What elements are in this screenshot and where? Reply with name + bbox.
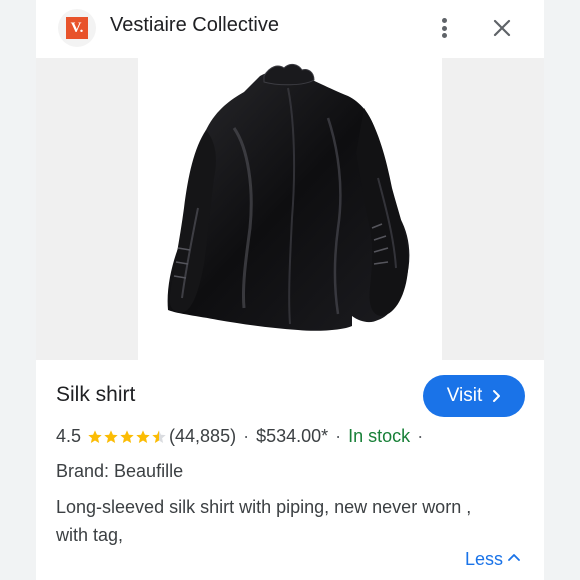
rating-value: 4.5	[56, 426, 82, 446]
product-meta: 4.5 (44,885) · $534.00* · In stock ·	[56, 426, 430, 447]
product-image-band	[36, 58, 544, 360]
result-card: V. Vestiaire Collective Silk shirt Visit…	[36, 0, 544, 580]
review-count[interactable]: (44,885)	[169, 426, 236, 447]
price: $534.00*	[256, 426, 329, 446]
product-description: Long-sleeved silk shirt with piping, new…	[56, 497, 472, 545]
product-image[interactable]	[138, 58, 442, 360]
visit-button[interactable]: Visit	[423, 375, 525, 417]
less-label: Less	[465, 549, 504, 569]
brand-line: Brand: Beaufille	[56, 461, 184, 481]
product-title[interactable]: Silk shirt	[56, 383, 135, 407]
star-icon	[88, 429, 102, 443]
more-vert-icon[interactable]	[434, 14, 454, 42]
star-icon	[136, 429, 150, 443]
site-name[interactable]: Vestiaire Collective	[110, 14, 279, 37]
rating-stars	[87, 429, 167, 445]
site-logo[interactable]: V.	[58, 9, 96, 47]
chevron-right-icon	[493, 390, 501, 402]
separator: ·	[335, 426, 342, 446]
visit-button-label: Visit	[446, 385, 483, 406]
less-button[interactable]: Less	[465, 549, 521, 570]
separator: ·	[417, 426, 424, 446]
separator: ·	[243, 426, 250, 446]
stock-status: In stock	[348, 426, 411, 446]
card-header: V. Vestiaire Collective	[36, 0, 544, 56]
chevron-up-icon	[508, 553, 520, 561]
close-icon[interactable]	[490, 16, 514, 40]
shirt-image	[167, 63, 410, 331]
star-icon	[120, 429, 134, 443]
site-logo-mark: V.	[66, 17, 88, 39]
star-icon	[104, 429, 118, 443]
half-star-icon	[152, 429, 166, 443]
